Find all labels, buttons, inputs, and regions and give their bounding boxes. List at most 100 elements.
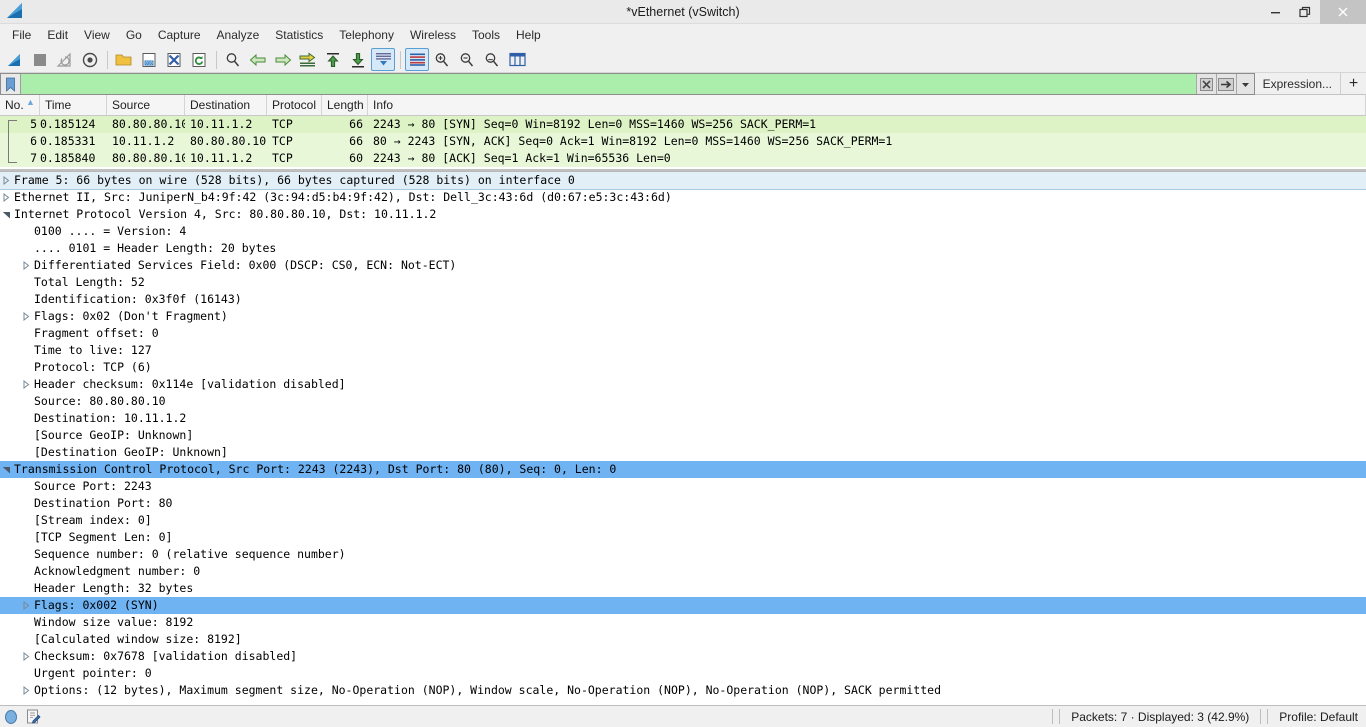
clear-filter-icon[interactable] (1195, 74, 1216, 94)
menu-capture[interactable]: Capture (150, 25, 209, 47)
detail-tree-row[interactable]: Source Port: 2243 (0, 478, 1366, 495)
packet-row[interactable]: 5 0.185124 80.80.80.10 10.11.1.2 TCP 66 2243 →… (0, 116, 1366, 133)
packet-cell-source: 10.11.1.2 (112, 134, 175, 148)
colorize-packets-icon[interactable] (405, 48, 429, 71)
close-icon[interactable] (1320, 0, 1366, 24)
detail-tree-row[interactable]: Ethernet II, Src: JuniperN_b4:9f:42 (3c:… (0, 189, 1366, 206)
open-file-icon[interactable] (112, 48, 136, 71)
detail-tree-row[interactable]: Header checksum: 0x114e [validation disa… (0, 376, 1366, 393)
resize-columns-icon[interactable] (505, 48, 529, 71)
menu-wireless[interactable]: Wireless (402, 25, 464, 47)
tcp-stream-bracket (8, 120, 17, 163)
apply-filter-icon[interactable] (1215, 74, 1236, 94)
reload-file-icon[interactable] (187, 48, 211, 71)
detail-tree-row[interactable]: Source: 80.80.80.10 (0, 393, 1366, 410)
display-filter-input[interactable] (21, 74, 1196, 94)
column-header-no[interactable]: No. ▲ (0, 95, 40, 115)
save-file-icon[interactable]: 010 (137, 48, 161, 71)
collapsed-twisty-icon[interactable] (0, 176, 12, 185)
packet-cell-time: 0.185331 (40, 134, 96, 148)
go-back-icon[interactable] (246, 48, 270, 71)
collapsed-twisty-icon[interactable] (20, 652, 32, 661)
menu-analyze[interactable]: Analyze (209, 25, 268, 47)
menu-view[interactable]: View (76, 25, 118, 47)
detail-tree-row[interactable]: Acknowledgment number: 0 (0, 563, 1366, 580)
detail-tree-row[interactable]: .... 0101 = Header Length: 20 bytes (0, 240, 1366, 257)
menu-statistics[interactable]: Statistics (267, 25, 331, 47)
filter-history-icon[interactable] (1235, 74, 1254, 94)
restore-icon[interactable] (1290, 0, 1320, 24)
detail-tree-row[interactable]: [Calculated window size: 8192] (0, 631, 1366, 648)
collapsed-twisty-icon[interactable] (20, 380, 32, 389)
detail-tree-row[interactable]: Differentiated Services Field: 0x00 (DSC… (0, 257, 1366, 274)
detail-tree-row[interactable]: [Source GeoIP: Unknown] (0, 427, 1366, 444)
collapsed-twisty-icon[interactable] (20, 686, 32, 695)
detail-tree-label: Header checksum: 0x114e [validation disa… (34, 377, 346, 391)
detail-tree-row[interactable]: Frame 5: 66 bytes on wire (528 bits), 66… (0, 172, 1366, 190)
capture-options-icon[interactable] (78, 48, 102, 71)
detail-tree-row[interactable]: Identification: 0x3f0f (16143) (0, 291, 1366, 308)
svg-text:010: 010 (145, 60, 153, 65)
expanded-twisty-icon[interactable] (0, 466, 12, 474)
detail-tree-row[interactable]: Header Length: 32 bytes (0, 580, 1366, 597)
detail-tree-row[interactable]: Window size value: 8192 (0, 614, 1366, 631)
detail-tree-row[interactable]: Internet Protocol Version 4, Src: 80.80.… (0, 206, 1366, 223)
column-header-info[interactable]: Info (368, 95, 1366, 115)
restart-capture-icon[interactable] (53, 48, 77, 71)
menu-help[interactable]: Help (508, 25, 549, 47)
column-header-destination[interactable]: Destination (185, 95, 267, 115)
menu-tools[interactable]: Tools (464, 25, 508, 47)
detail-tree-row[interactable]: Flags: 0x002 (SYN) (0, 597, 1366, 614)
zoom-in-icon[interactable] (430, 48, 454, 71)
collapsed-twisty-icon[interactable] (0, 193, 12, 202)
detail-tree-row[interactable]: 0100 .... = Version: 4 (0, 223, 1366, 240)
detail-tree-row[interactable]: [Destination GeoIP: Unknown] (0, 444, 1366, 461)
detail-tree-row[interactable]: Total Length: 52 (0, 274, 1366, 291)
start-capture-icon[interactable] (3, 48, 27, 71)
go-first-packet-icon[interactable] (321, 48, 345, 71)
column-header-protocol[interactable]: Protocol (267, 95, 322, 115)
menu-edit[interactable]: Edit (39, 25, 76, 47)
detail-tree-row[interactable]: Checksum: 0x7678 [validation disabled] (0, 648, 1366, 665)
go-forward-icon[interactable] (271, 48, 295, 71)
packet-row[interactable]: 7 0.185840 80.80.80.10 10.11.1.2 TCP 60 2243 →… (0, 150, 1366, 167)
add-filter-button[interactable]: + (1340, 73, 1366, 94)
detail-tree-row[interactable]: [Stream index: 0] (0, 512, 1366, 529)
menu-file[interactable]: File (4, 25, 39, 47)
detail-tree-row[interactable]: Sequence number: 0 (relative sequence nu… (0, 546, 1366, 563)
detail-tree-row[interactable]: Urgent pointer: 0 (0, 665, 1366, 682)
find-packet-icon[interactable] (221, 48, 245, 71)
detail-tree-row[interactable]: Transmission Control Protocol, Src Port:… (0, 461, 1366, 478)
detail-tree-label: Transmission Control Protocol, Src Port:… (14, 462, 617, 476)
capture-file-properties-icon[interactable] (22, 706, 44, 727)
detail-tree-row[interactable]: Time to live: 127 (0, 342, 1366, 359)
detail-tree-row[interactable]: Options: (12 bytes), Maximum segment siz… (0, 682, 1366, 699)
detail-tree-row[interactable]: Protocol: TCP (6) (0, 359, 1366, 376)
zoom-out-icon[interactable] (455, 48, 479, 71)
menu-telephony[interactable]: Telephony (331, 25, 402, 47)
detail-tree-row[interactable]: Flags: 0x02 (Don't Fragment) (0, 308, 1366, 325)
stop-capture-icon[interactable] (28, 48, 52, 71)
filter-expression-button[interactable]: Expression... (1255, 73, 1340, 94)
column-header-length[interactable]: Length (322, 95, 368, 115)
detail-tree-row[interactable]: Fragment offset: 0 (0, 325, 1366, 342)
auto-scroll-icon[interactable] (371, 48, 395, 71)
collapsed-twisty-icon[interactable] (20, 312, 32, 321)
packet-row[interactable]: 6 0.185331 10.11.1.2 80.80.80.10 TCP 66 80 → 2… (0, 133, 1366, 150)
go-last-packet-icon[interactable] (346, 48, 370, 71)
collapsed-twisty-icon[interactable] (20, 261, 32, 270)
detail-tree-row[interactable]: Destination: 10.11.1.2 (0, 410, 1366, 427)
expanded-twisty-icon[interactable] (0, 211, 12, 219)
column-header-time[interactable]: Time (40, 95, 107, 115)
zoom-reset-icon[interactable] (480, 48, 504, 71)
filter-bookmark-icon[interactable] (1, 74, 21, 94)
menu-go[interactable]: Go (118, 25, 150, 47)
detail-tree-row[interactable]: [TCP Segment Len: 0] (0, 529, 1366, 546)
collapsed-twisty-icon[interactable] (20, 601, 32, 610)
minimize-icon[interactable] (1260, 0, 1290, 24)
expert-info-icon[interactable] (0, 706, 22, 727)
column-header-source[interactable]: Source (107, 95, 185, 115)
close-file-icon[interactable] (162, 48, 186, 71)
go-to-packet-icon[interactable] (296, 48, 320, 71)
detail-tree-row[interactable]: Destination Port: 80 (0, 495, 1366, 512)
